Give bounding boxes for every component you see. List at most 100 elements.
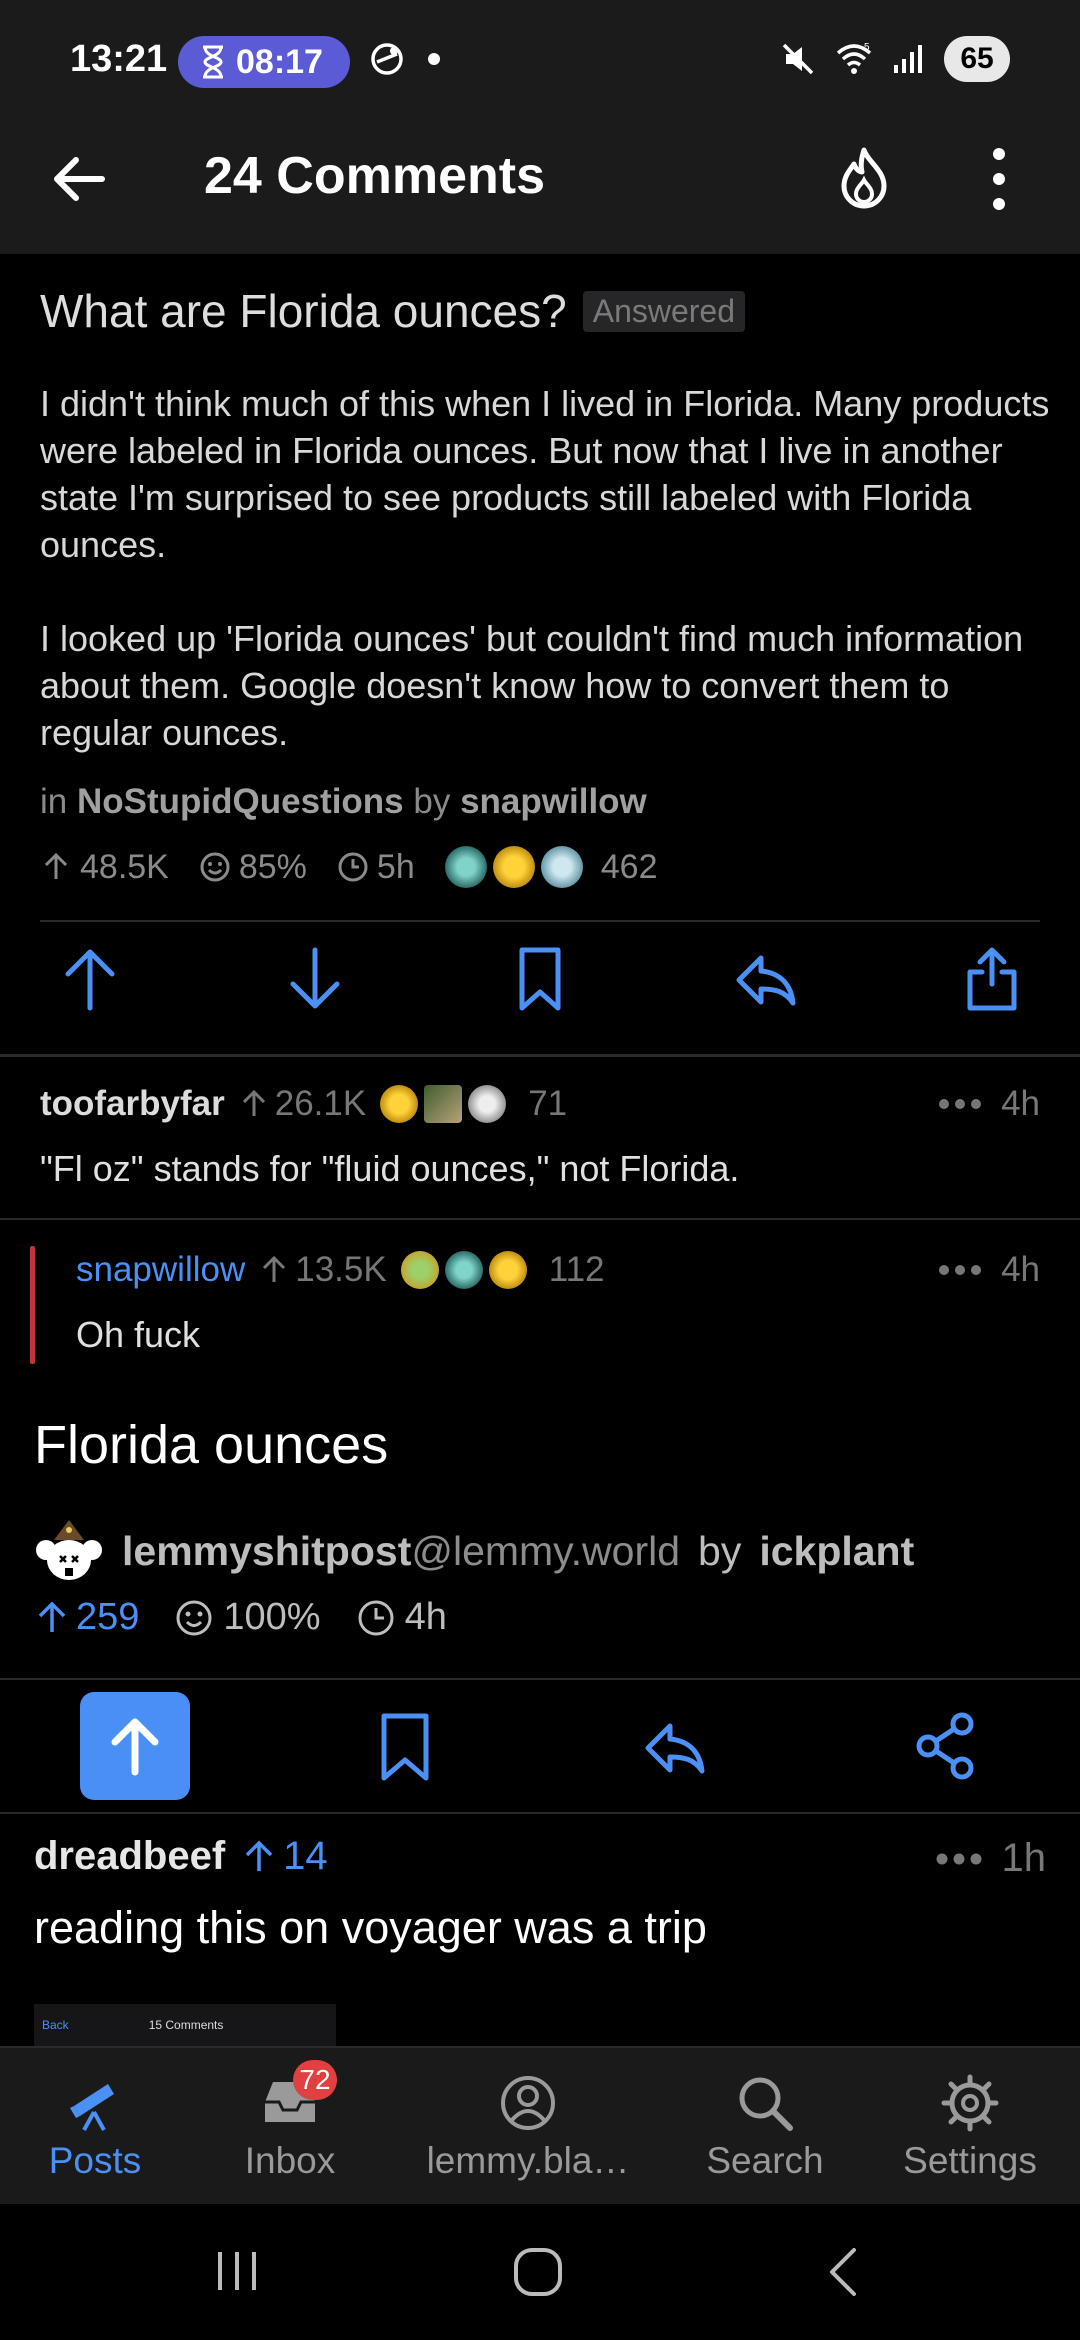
- system-back-icon[interactable]: [822, 2246, 862, 2298]
- clock-icon: [358, 1600, 394, 1635]
- more-options-icon[interactable]: [937, 1263, 983, 1277]
- post-award-count: 462: [600, 847, 658, 886]
- divider: [0, 1812, 1080, 1814]
- post-flair: Answered: [582, 290, 746, 332]
- comment-author[interactable]: toofarbyfar: [40, 1084, 225, 1124]
- upvote-icon: [111, 1718, 159, 1776]
- in-label: in: [40, 782, 68, 821]
- comment-meta-right: 4h: [937, 1084, 1040, 1124]
- reply-header: dreadbeef 14: [34, 1834, 328, 1879]
- share-icon[interactable]: [960, 944, 1024, 1014]
- downvote-icon[interactable]: [283, 944, 347, 1014]
- timer-pill[interactable]: 08:17: [178, 36, 350, 88]
- app-header: 24 Comments: [0, 120, 1080, 254]
- comment-awards[interactable]: [400, 1251, 527, 1289]
- svg-text:5: 5: [864, 42, 870, 53]
- reply-meta-right: 1h: [934, 1836, 1046, 1881]
- community-link[interactable]: lemmyshitpost: [122, 1528, 411, 1574]
- search-icon: [739, 2077, 793, 2131]
- post-title: What are Florida ounces?: [40, 285, 567, 337]
- post-action-bar: [0, 944, 1080, 1044]
- award-icon: [424, 1085, 463, 1123]
- main-post: What are Florida ounces? Answered I didn…: [0, 254, 1080, 1054]
- reply-text: reading this on voyager was a trip: [34, 1902, 707, 1953]
- post-awards[interactable]: [444, 846, 583, 888]
- tab-posts[interactable]: Posts: [30, 2048, 160, 2206]
- shared-post-stats: 259 100% 4h: [34, 1596, 469, 1639]
- shared-post-meta: lemmyshitpost@lemmy.world by ickplant: [34, 1516, 914, 1586]
- tab-inbox[interactable]: 72 Inbox: [222, 2048, 358, 2206]
- divider: [40, 920, 1040, 922]
- upvote-small-icon: [38, 1601, 66, 1632]
- divider: [0, 1054, 1080, 1057]
- system-nav-bar: [0, 2204, 1080, 2340]
- thumb-back-label: Back: [42, 2018, 69, 2032]
- signal-icon: [894, 45, 922, 73]
- upvote-button[interactable]: [80, 1692, 190, 1800]
- tab-search[interactable]: Search: [700, 2048, 830, 2206]
- tab-settings[interactable]: Settings: [890, 2048, 1050, 2206]
- home-icon[interactable]: [512, 2246, 564, 2298]
- shared-post-action-bar: [0, 1682, 1080, 1812]
- community-avatar-icon: [36, 1520, 102, 1580]
- comment-awards[interactable]: [380, 1085, 507, 1123]
- status-time: 13:21: [70, 38, 168, 80]
- timer-value: 08:17: [236, 42, 323, 81]
- embedded-screenshot-thumbnail[interactable]: Back 15 Comments: [34, 2004, 336, 2046]
- subreddit-link[interactable]: NoStupidQuestions: [77, 782, 404, 821]
- by-label: by: [698, 1527, 742, 1574]
- more-options-icon[interactable]: [984, 144, 1014, 214]
- app-notification-icon: [371, 43, 403, 75]
- ratio-stat: 100%: [175, 1596, 321, 1639]
- page-title: 24 Comments: [204, 147, 545, 205]
- divider: [0, 1218, 1080, 1220]
- comment-age: 4h: [1001, 1250, 1040, 1289]
- reply-icon[interactable]: [642, 1716, 708, 1780]
- wifi-icon: 5: [836, 42, 872, 74]
- bottom-tab-bar: Posts 72 Inbox lemmy.bla… Search Setting…: [0, 2046, 1080, 2204]
- mute-icon: [782, 43, 814, 75]
- score-stat: 48.5K: [40, 848, 169, 887]
- flame-icon[interactable]: [836, 146, 892, 210]
- award-icon: [488, 1251, 527, 1289]
- bookmark-icon[interactable]: [376, 1712, 434, 1782]
- inbox-icon: 72: [259, 2060, 337, 2134]
- award-icon: [492, 846, 535, 888]
- post-title-row: What are Florida ounces? Answered: [40, 284, 746, 338]
- more-options-icon[interactable]: [937, 1097, 983, 1111]
- tab-account[interactable]: lemmy.bla…: [412, 2048, 644, 2206]
- upvote-small-icon: [263, 1255, 286, 1282]
- comment-author[interactable]: snapwillow: [76, 1250, 245, 1290]
- battery-indicator: 65: [944, 36, 1010, 82]
- more-options-icon[interactable]: [934, 1851, 984, 1867]
- award-icon: [380, 1085, 419, 1123]
- comment-meta-right: 4h: [937, 1250, 1040, 1290]
- upvote-small-icon: [245, 1840, 273, 1871]
- hourglass-icon: [203, 45, 223, 79]
- post-body: I didn't think much of this when I lived…: [40, 380, 1050, 756]
- tab-label: Inbox: [244, 2140, 336, 2181]
- smiley-icon: [176, 1600, 212, 1635]
- comment-score: 13.5K: [259, 1250, 387, 1290]
- status-notification-icons: [368, 40, 440, 78]
- reply-icon[interactable]: [733, 944, 797, 1014]
- tab-label: lemmy.bla…: [426, 2140, 630, 2181]
- award-icon: [540, 846, 583, 888]
- post-score: 48.5K: [80, 847, 169, 886]
- bookmark-icon[interactable]: [508, 944, 572, 1014]
- author-link[interactable]: snapwillow: [460, 782, 647, 821]
- ratio-stat: 85%: [199, 848, 307, 887]
- award-icon: [400, 1251, 439, 1289]
- divider: [0, 1678, 1080, 1680]
- back-arrow-icon[interactable]: [48, 148, 110, 210]
- reply-author[interactable]: dreadbeef: [34, 1834, 225, 1879]
- author-link[interactable]: ickplant: [759, 1528, 914, 1575]
- post-meta: in NoStupidQuestions by snapwillow: [40, 782, 647, 822]
- recent-apps-icon[interactable]: [214, 2248, 260, 2294]
- telescope-icon: [70, 2084, 114, 2131]
- comment-award-count: 112: [548, 1250, 605, 1289]
- share-icon[interactable]: [914, 1710, 978, 1782]
- award-icon: [444, 846, 487, 888]
- upvote-small-icon: [242, 1089, 265, 1116]
- upvote-icon[interactable]: [58, 944, 122, 1014]
